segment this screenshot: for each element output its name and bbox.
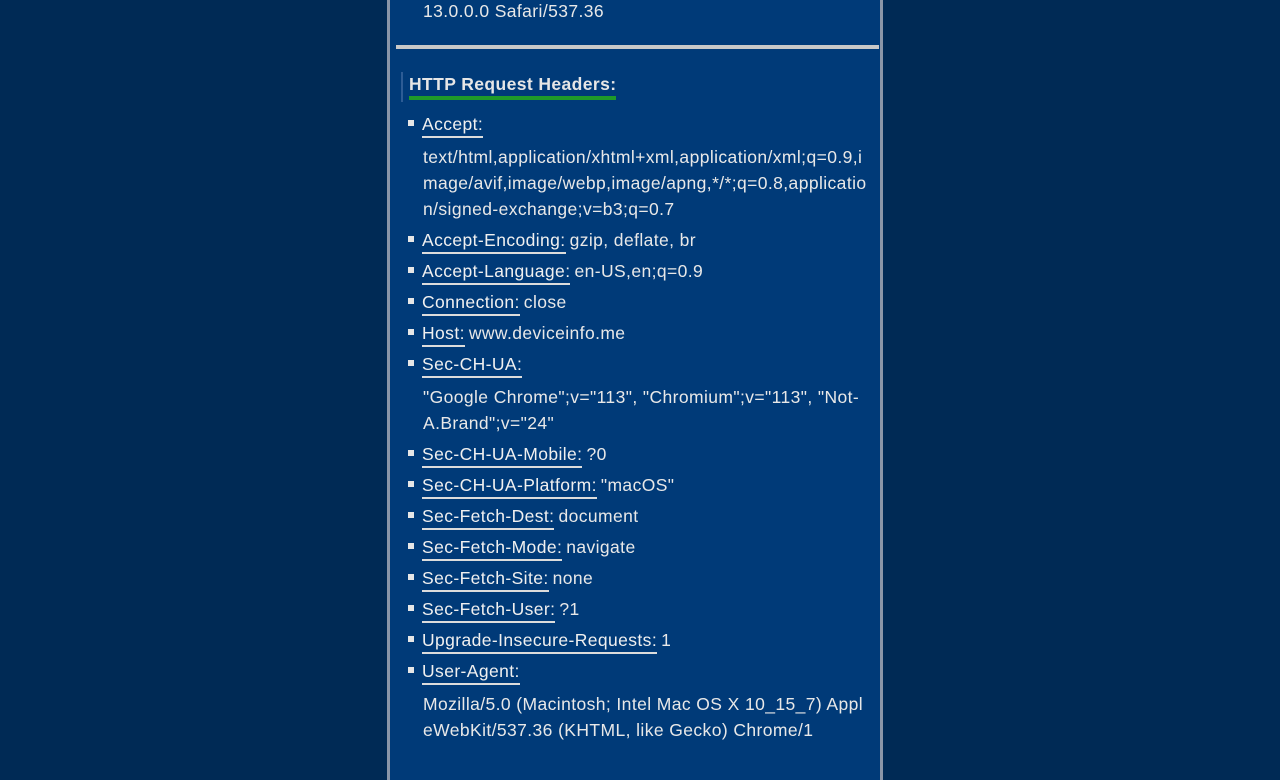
header-key: Sec-CH-UA-Mobile: (422, 443, 583, 468)
header-value: Mozilla/5.0 (Macintosh; Intel Mac OS X 1… (423, 694, 864, 740)
header-key: Accept: (422, 113, 484, 138)
bullet-icon (408, 481, 414, 487)
header-item-user-agent: User-Agent: Mozilla/5.0 (Macintosh; Inte… (408, 658, 868, 743)
bullet-icon (408, 574, 414, 580)
bullet-icon (408, 450, 414, 456)
header-key: Upgrade-Insecure-Requests: (422, 629, 658, 654)
bullet-icon (408, 636, 414, 642)
header-key: Connection: (422, 291, 520, 316)
header-value: navigate (566, 537, 636, 557)
bullet-icon (408, 667, 414, 673)
header-value: none (552, 568, 594, 588)
header-item-connection: Connection: close (408, 289, 868, 320)
bullet-icon (408, 543, 414, 549)
header-key: Sec-Fetch-Dest: (422, 505, 555, 530)
header-key: Sec-Fetch-User: (422, 598, 556, 623)
header-item-sec-ch-ua: Sec-CH-UA: "Google Chrome";v="113", "Chr… (408, 351, 868, 436)
header-value: www.deviceinfo.me (468, 323, 626, 343)
header-item-accept-language: Accept-Language: en-US,en;q=0.9 (408, 258, 868, 289)
section-divider (396, 45, 879, 49)
header-item-sec-ch-ua-mobile: Sec-CH-UA-Mobile: ?0 (408, 441, 868, 472)
header-key: Sec-Fetch-Mode: (422, 536, 563, 561)
bullet-icon (408, 298, 414, 304)
headers-list: Accept: text/html,application/xhtml+xml,… (408, 111, 868, 748)
header-key: Accept-Encoding: (422, 229, 566, 254)
header-item-sec-fetch-user: Sec-Fetch-User: ?1 (408, 596, 868, 627)
content-panel: 13.0.0.0 Safari/537.36 HTTP Request Head… (387, 0, 883, 780)
header-key: Sec-Fetch-Site: (422, 567, 549, 592)
header-item-sec-fetch-dest: Sec-Fetch-Dest: document (408, 503, 868, 534)
header-key: Host: (422, 322, 465, 347)
header-value: en-US,en;q=0.9 (574, 261, 704, 281)
header-item-sec-fetch-site: Sec-Fetch-Site: none (408, 565, 868, 596)
bullet-icon (408, 267, 414, 273)
section-heading: HTTP Request Headers: (401, 72, 617, 102)
header-key: Sec-CH-UA-Platform: (422, 474, 597, 499)
header-value: ?1 (559, 599, 580, 619)
header-value: document (558, 506, 639, 526)
header-key: User-Agent: (422, 660, 520, 685)
bullet-icon (408, 360, 414, 366)
header-value: 1 (661, 630, 672, 650)
header-item-sec-fetch-mode: Sec-Fetch-Mode: navigate (408, 534, 868, 565)
header-value: ?0 (586, 444, 607, 464)
header-item-accept: Accept: text/html,application/xhtml+xml,… (408, 111, 868, 222)
header-item-upgrade-insecure-requests: Upgrade-Insecure-Requests: 1 (408, 627, 868, 658)
user-agent-tail: 13.0.0.0 Safari/537.36 (423, 1, 605, 21)
header-key: Accept-Language: (422, 260, 571, 285)
bullet-icon (408, 236, 414, 242)
header-value: gzip, deflate, br (569, 230, 697, 250)
header-item-accept-encoding: Accept-Encoding: gzip, deflate, br (408, 227, 868, 258)
bullet-icon (408, 120, 414, 126)
header-value: "macOS" (600, 475, 675, 495)
header-item-host: Host: www.deviceinfo.me (408, 320, 868, 351)
header-item-sec-ch-ua-platform: Sec-CH-UA-Platform: "macOS" (408, 472, 868, 503)
header-value: "Google Chrome";v="113", "Chromium";v="1… (423, 387, 860, 433)
bullet-icon (408, 512, 414, 518)
header-value: text/html,application/xhtml+xml,applicat… (423, 147, 867, 219)
header-value: close (523, 292, 567, 312)
bullet-icon (408, 329, 414, 335)
header-key: Sec-CH-UA: (422, 353, 523, 378)
bullet-icon (408, 605, 414, 611)
section-title: HTTP Request Headers: (409, 72, 617, 100)
